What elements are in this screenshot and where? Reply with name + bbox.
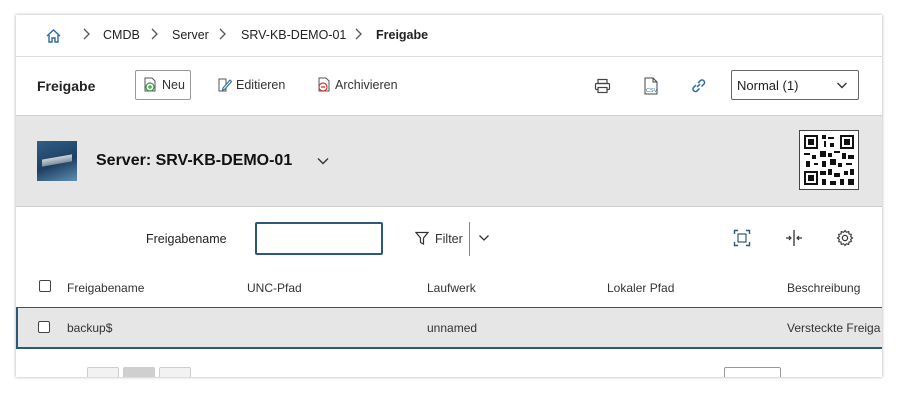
chevron-right-icon bbox=[151, 28, 158, 40]
breadcrumb-item-server[interactable]: Server bbox=[172, 28, 209, 42]
pager-button[interactable] bbox=[87, 367, 119, 377]
divider bbox=[16, 56, 882, 57]
archive-button-label: Archivieren bbox=[335, 78, 398, 92]
edit-button-label: Editieren bbox=[236, 78, 286, 92]
pencil-document-icon bbox=[216, 77, 232, 93]
link-icon[interactable] bbox=[689, 76, 708, 95]
qr-code-icon bbox=[799, 130, 859, 190]
object-title: Server: SRV-KB-DEMO-01 bbox=[96, 152, 293, 169]
table-cell: unnamed bbox=[427, 321, 478, 335]
new-button[interactable]: Neu bbox=[135, 70, 191, 100]
table-cell: backup$ bbox=[67, 321, 113, 335]
breadcrumb-item-srv[interactable]: SRV-KB-DEMO-01 bbox=[241, 28, 346, 42]
divider bbox=[469, 222, 470, 256]
printer-icon[interactable] bbox=[593, 76, 612, 95]
edit-button[interactable]: Editieren bbox=[216, 70, 285, 100]
column-header[interactable]: Freigabename bbox=[67, 281, 144, 295]
breadcrumb-current: Freigabe bbox=[376, 28, 429, 42]
gear-icon[interactable] bbox=[835, 228, 855, 248]
chevron-down-icon[interactable] bbox=[316, 156, 330, 166]
row-checkbox[interactable] bbox=[38, 321, 50, 333]
chevron-right-icon bbox=[83, 28, 90, 40]
select-all-checkbox[interactable] bbox=[39, 280, 51, 292]
view-select[interactable]: Normal (1) bbox=[731, 70, 859, 100]
funnel-icon bbox=[415, 231, 429, 245]
server-image bbox=[37, 141, 77, 181]
page-title: Freigabe bbox=[37, 78, 96, 94]
fit-screen-icon[interactable] bbox=[732, 228, 752, 248]
app-window: CMDB Server SRV-KB-DEMO-01 Freigabe Frei… bbox=[16, 15, 882, 377]
chevron-down-icon bbox=[837, 82, 847, 89]
column-resize-icon[interactable] bbox=[784, 228, 804, 248]
home-icon[interactable] bbox=[44, 27, 62, 45]
pager-button[interactable] bbox=[159, 367, 191, 377]
filter-name-input[interactable] bbox=[255, 222, 383, 255]
chevron-right-icon bbox=[355, 28, 362, 40]
view-select-value: Normal (1) bbox=[737, 78, 799, 93]
filter-field-label: Freigabename bbox=[146, 232, 227, 246]
minus-document-icon bbox=[315, 77, 331, 93]
column-header[interactable]: Lokaler Pfad bbox=[607, 281, 674, 295]
pager-button-current[interactable] bbox=[123, 367, 155, 377]
svg-text:CSV: CSV bbox=[646, 88, 658, 94]
new-button-label: Neu bbox=[162, 78, 185, 92]
chevron-right-icon bbox=[219, 28, 226, 40]
plus-document-icon bbox=[142, 77, 158, 93]
column-header[interactable]: Beschreibung bbox=[787, 281, 860, 295]
breadcrumb-item-cmdb[interactable]: CMDB bbox=[103, 28, 140, 42]
csv-file-icon[interactable]: CSV bbox=[641, 76, 660, 95]
column-header[interactable]: Laufwerk bbox=[427, 281, 476, 295]
object-header: Server: SRV-KB-DEMO-01 bbox=[16, 115, 882, 207]
filter-button-label: Filter bbox=[435, 231, 463, 246]
table-cell: Versteckte Freiga bbox=[787, 321, 881, 335]
chevron-down-icon[interactable] bbox=[478, 233, 490, 243]
page-size-select[interactable] bbox=[724, 367, 781, 377]
archive-button[interactable]: Archivieren bbox=[315, 70, 398, 100]
column-header[interactable]: UNC-Pfad bbox=[247, 281, 302, 295]
filter-button[interactable]: Filter bbox=[415, 222, 463, 255]
